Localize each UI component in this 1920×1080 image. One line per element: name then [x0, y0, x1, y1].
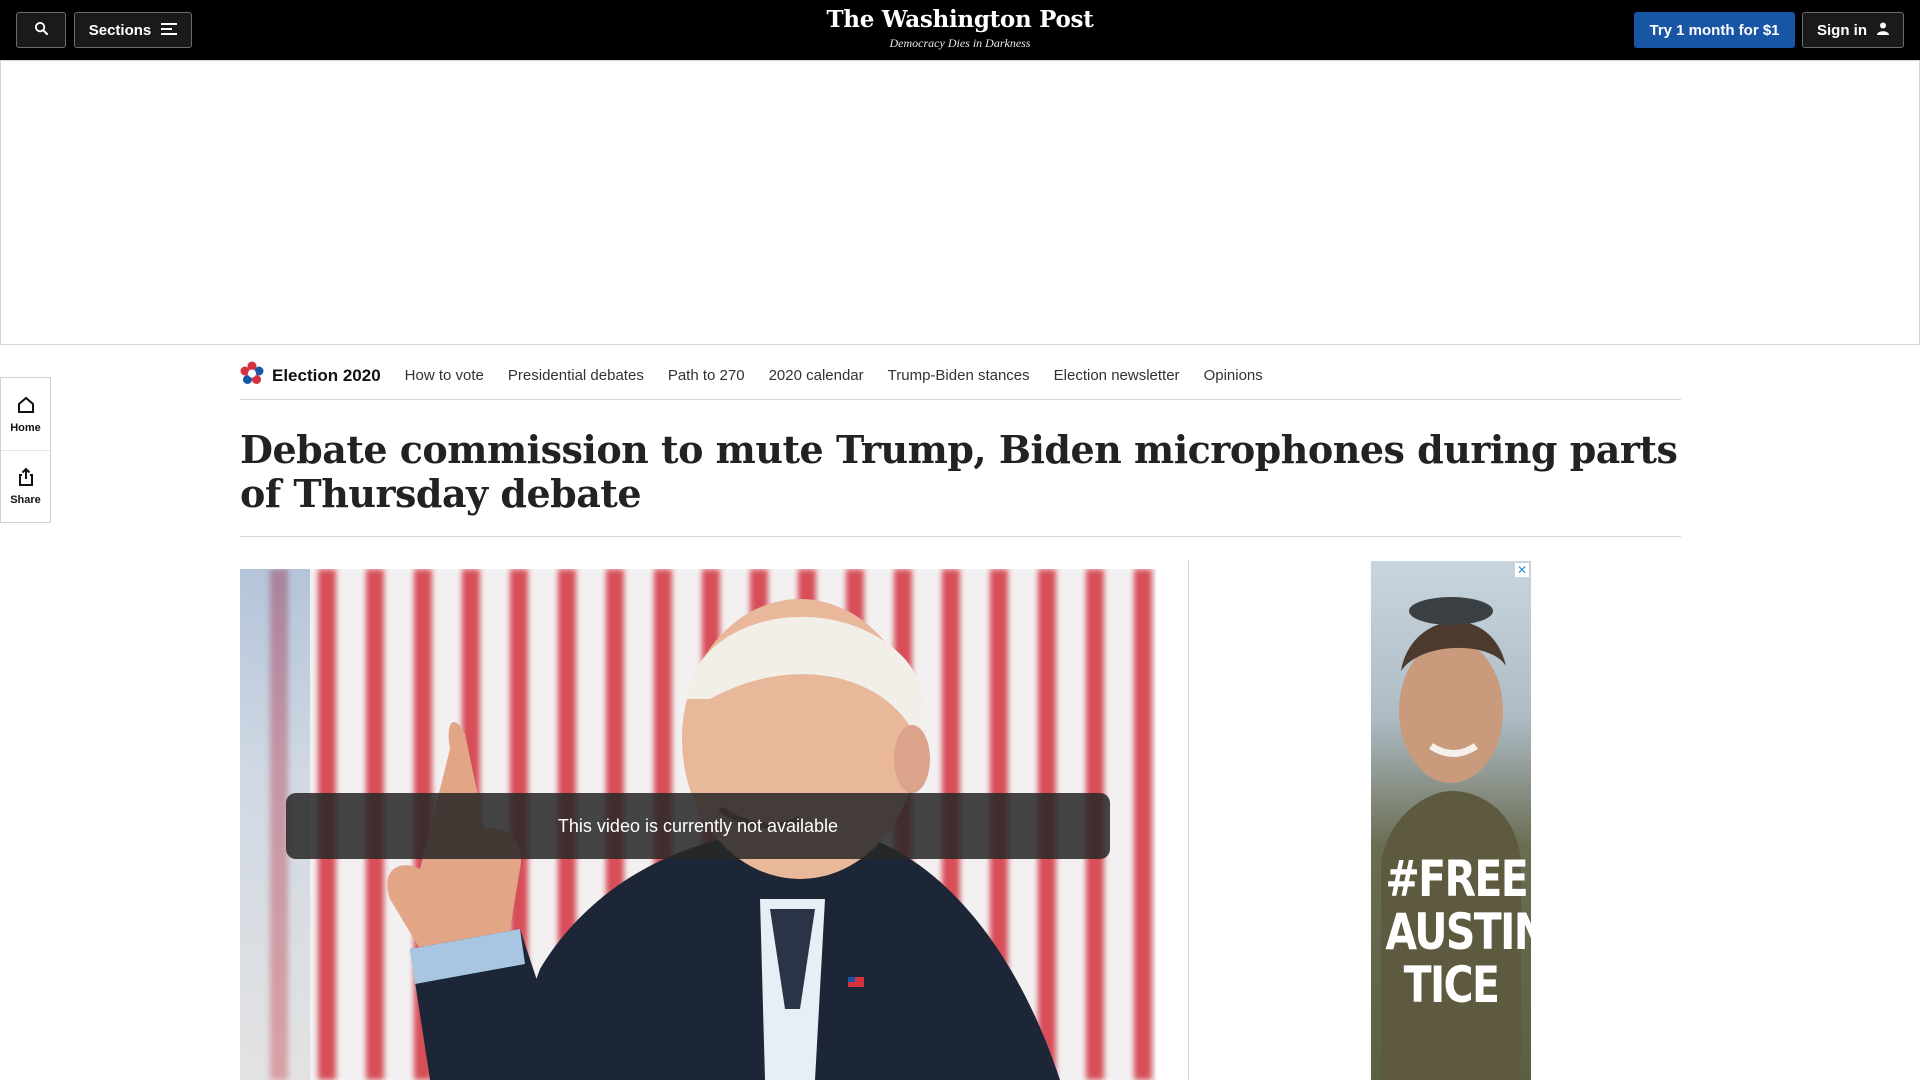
ad-line-1: #FREE: [1385, 850, 1528, 908]
side-ad-banner[interactable]: ✕ #FREE AUSTIN TICE: [1371, 561, 1531, 1080]
side-rail: Home Share: [0, 377, 51, 523]
nav-link-how-to-vote[interactable]: How to vote: [405, 367, 484, 384]
election-star-icon: [240, 361, 264, 390]
share-rail-button[interactable]: Share: [1, 450, 50, 522]
sign-in-button[interactable]: Sign in: [1802, 12, 1904, 48]
nav-link-opinions[interactable]: Opinions: [1204, 367, 1263, 384]
home-label: Home: [10, 421, 41, 434]
video-unavailable-message: This video is currently not available: [286, 793, 1110, 859]
logo-name: The Washington Post: [826, 6, 1094, 33]
article-headline: Debate commission to mute Trump, Biden m…: [240, 427, 1678, 516]
hamburger-icon: [161, 22, 178, 39]
nav-link-presidential-debates[interactable]: Presidential debates: [508, 367, 644, 384]
top-ad-slot: [0, 60, 1920, 345]
sections-menu-button[interactable]: Sections: [74, 12, 192, 48]
election-2020-home-link[interactable]: Election 2020: [240, 361, 381, 390]
election-subnav: Election 2020 How to vote Presidential d…: [240, 352, 1681, 400]
nav-link-2020-calendar[interactable]: 2020 calendar: [769, 367, 864, 384]
user-icon: [1877, 22, 1889, 39]
search-button[interactable]: [16, 12, 66, 48]
share-label: Share: [10, 494, 41, 506]
nav-link-trump-biden-stances[interactable]: Trump-Biden stances: [888, 367, 1030, 384]
nav-link-election-newsletter[interactable]: Election newsletter: [1054, 367, 1180, 384]
sections-label: Sections: [88, 21, 152, 39]
share-icon: [16, 467, 36, 494]
ad-close-button[interactable]: ✕: [1515, 563, 1529, 577]
search-icon: [34, 21, 49, 40]
site-logo[interactable]: The Washington Post Democracy Dies in Da…: [760, 6, 1160, 51]
sign-in-label: Sign in: [1817, 21, 1867, 39]
subscribe-button[interactable]: Try 1 month for $1: [1634, 12, 1795, 48]
home-rail-button[interactable]: Home: [1, 378, 50, 450]
ad-line-2: AUSTIN: [1385, 903, 1531, 961]
election-title: Election 2020: [272, 365, 381, 385]
logo-tagline: Democracy Dies in Darkness: [889, 36, 1031, 50]
right-column-divider: [1188, 560, 1189, 1080]
ad-headline: #FREE AUSTIN TICE: [1385, 850, 1531, 1014]
nav-link-path-to-270[interactable]: Path to 270: [668, 367, 745, 384]
video-player[interactable]: This video is currently not available: [240, 569, 1156, 1080]
headline-divider: [240, 536, 1681, 537]
home-icon: [16, 395, 36, 422]
top-navigation-bar: Sections The Washington Post Democracy D…: [0, 0, 1920, 60]
ad-line-3: TICE: [1403, 956, 1500, 1014]
